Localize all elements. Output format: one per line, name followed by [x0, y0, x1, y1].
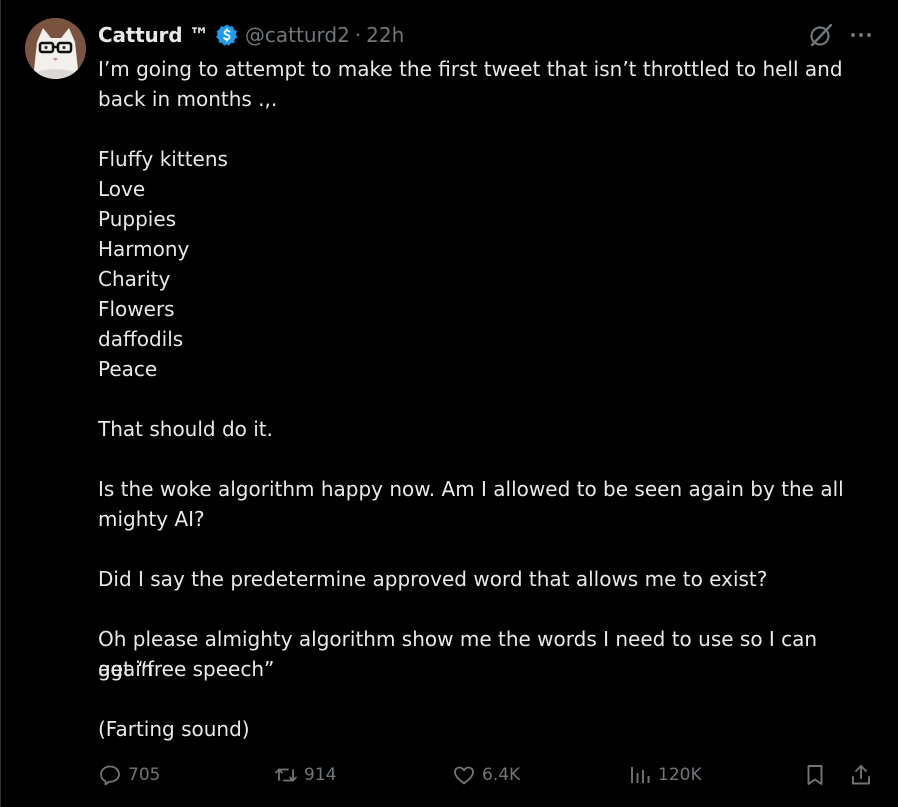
- reply-icon: [100, 765, 120, 786]
- timestamp[interactable]: 22h: [366, 23, 404, 47]
- tweet-line: Is the woke algorithm happy now. Am I al…: [98, 477, 844, 501]
- tweet-line: [98, 594, 878, 624]
- like-count: 6.4K: [482, 765, 521, 785]
- share-icon: [852, 765, 870, 785]
- bookmark-button[interactable]: [803, 760, 827, 790]
- tweet-line: I’m going to attempt to make the first t…: [98, 57, 843, 81]
- tweet-line: back in months .,.: [98, 87, 278, 111]
- tweet-line: Oh please almighty algorithm show me the…: [98, 627, 818, 681]
- views-button[interactable]: 120K: [628, 760, 702, 790]
- tweet-line: Flowers: [98, 297, 175, 321]
- tweet-line: Fluffy kittens: [98, 147, 228, 171]
- tweet-line: daffodils: [98, 327, 184, 351]
- tweet-line: Harmony: [98, 237, 190, 261]
- views-count: 120K: [658, 765, 702, 785]
- retweet-count: 914: [304, 765, 337, 785]
- tweet-line: Charity: [98, 267, 171, 291]
- tweet-header: Catturd ™ @catturd2 · 22h: [98, 20, 404, 50]
- tweet-line: [98, 114, 878, 144]
- tweet-line: (Farting sound): [98, 717, 250, 741]
- views-chart-icon: [631, 767, 650, 783]
- bookmark-icon: [807, 765, 823, 785]
- tweet-line: Did I say the predetermine approved word…: [98, 567, 768, 591]
- tweet-card[interactable]: Catturd ™ @catturd2 · 22h I’m going to a…: [0, 0, 898, 807]
- tweet-line: get “free speech”: [98, 657, 275, 681]
- tweet-line: [98, 534, 878, 564]
- display-name[interactable]: Catturd ™: [98, 23, 209, 47]
- tweet-line: [98, 684, 878, 714]
- more-dots-icon[interactable]: [847, 21, 875, 49]
- avatar-cat-icon: [25, 18, 86, 79]
- reply-count: 705: [128, 765, 161, 785]
- handle[interactable]: @catturd2: [245, 23, 350, 47]
- tweet-line: Peace: [98, 357, 158, 381]
- tweet-line: mighty AI?: [98, 507, 205, 531]
- tweet-line: Puppies: [98, 207, 177, 231]
- grok-icon[interactable]: [807, 21, 835, 49]
- verified-badge-icon[interactable]: [215, 23, 239, 47]
- like-button[interactable]: 6.4K: [452, 760, 520, 790]
- reply-button[interactable]: 705: [98, 760, 160, 790]
- tweet-line: That should do it.: [98, 417, 274, 441]
- separator-dot: ·: [354, 23, 362, 47]
- share-button[interactable]: [849, 760, 873, 790]
- tweet-text: I’m going to attempt to make the first t…: [98, 54, 878, 744]
- tweet-line: [98, 444, 878, 474]
- tweet-actions: 705 914 6.4K 120K: [98, 760, 878, 790]
- retweet-icon: [275, 768, 297, 782]
- avatar[interactable]: [25, 18, 86, 79]
- heart-icon: [454, 766, 474, 785]
- retweet-button[interactable]: 914: [274, 760, 336, 790]
- tweet-line: [98, 384, 878, 414]
- tweet-line: Love: [98, 177, 146, 201]
